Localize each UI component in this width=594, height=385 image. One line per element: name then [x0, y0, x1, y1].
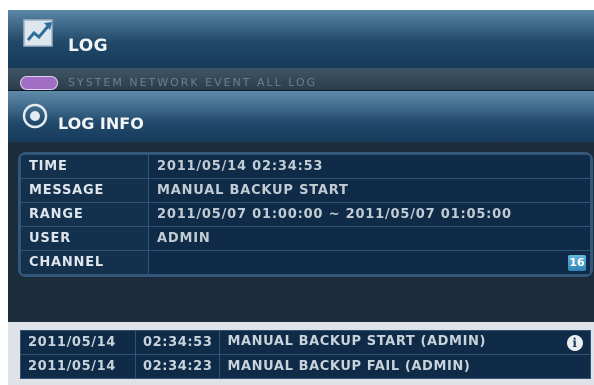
ghost-tab-labels[interactable]: SYSTEM NETWORK EVENT ALL LOG [68, 76, 317, 89]
info-label: TIME [20, 154, 149, 179]
log-info-table: TIME 2011/05/14 02:34:53 MESSAGE MANUAL … [18, 152, 593, 277]
info-row-time: TIME 2011/05/14 02:34:53 [20, 154, 591, 179]
log-list-table: 2011/05/14 02:34:53 MANUAL BACKUP START … [20, 330, 591, 379]
log-date: 2011/05/14 [20, 330, 136, 355]
table-row[interactable]: 2011/05/14 02:34:23 MANUAL BACKUP FAIL (… [20, 354, 591, 379]
log-info-body: TIME 2011/05/14 02:34:53 MESSAGE MANUAL … [8, 142, 594, 322]
chart-icon [23, 19, 53, 47]
info-value: 2011/05/07 01:00:00 ~ 2011/05/07 01:05:0… [148, 202, 591, 227]
info-value: 2011/05/14 02:34:53 [148, 154, 591, 179]
tab-strip: SYSTEM NETWORK EVENT ALL LOG [8, 68, 594, 90]
log-date: 2011/05/14 [20, 354, 136, 379]
log-message: MANUAL BACKUP FAIL (ADMIN) [227, 359, 471, 374]
log-time: 02:34:23 [134, 354, 221, 379]
log-info-title: LOG INFO [58, 114, 144, 133]
log-window: LOG SYSTEM NETWORK EVENT ALL LOG LOG INF… [8, 10, 594, 385]
info-label: CHANNEL [20, 250, 149, 275]
log-info-title-bar: LOG INFO [8, 90, 594, 143]
info-row-message: MESSAGE MANUAL BACKUP START [20, 178, 591, 203]
channel-badge[interactable]: 16 [568, 255, 586, 271]
log-time: 02:34:53 [134, 330, 221, 355]
log-title-bar: LOG [8, 10, 594, 69]
info-row-range: RANGE 2011/05/07 01:00:00 ~ 2011/05/07 0… [20, 202, 591, 227]
ring-icon [22, 103, 48, 129]
info-value: ADMIN [148, 226, 591, 251]
info-value: MANUAL BACKUP START [148, 178, 591, 203]
info-label: MESSAGE [20, 178, 149, 203]
info-icon[interactable]: i [567, 335, 583, 351]
info-row-user: USER ADMIN [20, 226, 591, 251]
log-message: MANUAL BACKUP START (ADMIN) [227, 334, 487, 349]
log-message-cell: MANUAL BACKUP START (ADMIN) i [219, 330, 591, 355]
tab-all-pill[interactable] [20, 76, 58, 90]
log-list-area: 2011/05/14 02:34:53 MANUAL BACKUP START … [8, 322, 594, 385]
info-row-channel: CHANNEL 16 [20, 250, 591, 275]
table-row[interactable]: 2011/05/14 02:34:53 MANUAL BACKUP START … [20, 330, 591, 355]
log-title: LOG [68, 36, 109, 56]
info-label: RANGE [20, 202, 149, 227]
info-value: 16 [148, 250, 591, 275]
info-label: USER [20, 226, 149, 251]
log-message-cell: MANUAL BACKUP FAIL (ADMIN) [219, 354, 591, 379]
